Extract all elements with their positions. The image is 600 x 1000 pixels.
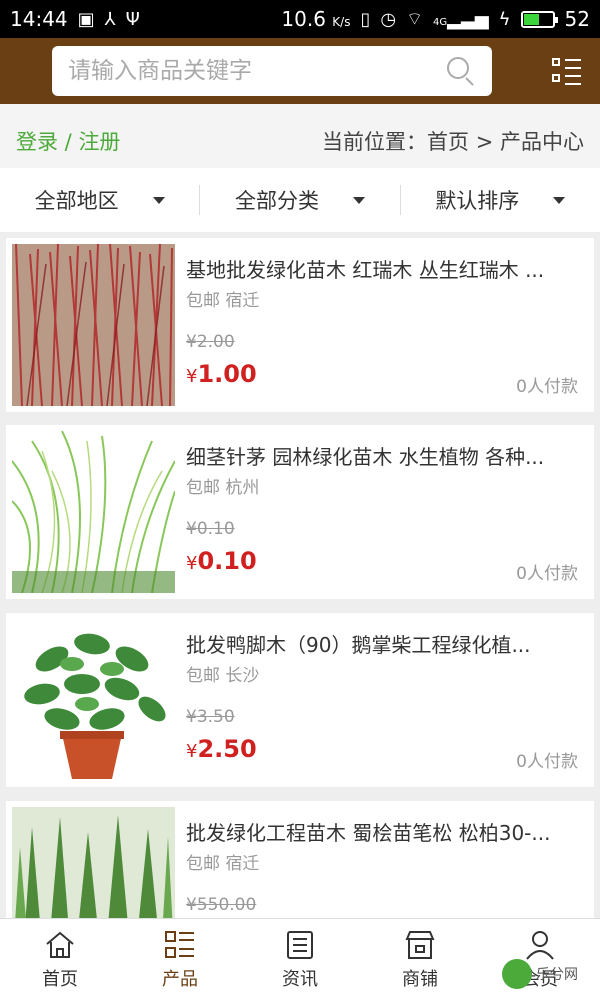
status-bar: 14:44 ▣ ⅄ Ψ 10.6 K/s ▯ ◷ ⌔ 4G▂▃▅ ϟ 52: [0, 0, 600, 38]
product-card[interactable]: 批发绿化工程苗木 蜀桧苗笔松 松柏30-... 包邮 宿迁 ¥550.00: [6, 801, 594, 918]
nav-shops[interactable]: 商铺: [360, 919, 480, 1000]
register-link[interactable]: 注册: [78, 130, 120, 154]
auth-links: 登录 / 注册: [16, 130, 121, 154]
sale-price: ¥1.00: [186, 360, 257, 388]
product-shipping-location: 包邮 宿迁: [186, 854, 260, 874]
product-card[interactable]: 细茎针茅 园林绿化苗木 水生植物 各种... 包邮 杭州 ¥0.10 ¥0.10…: [6, 425, 594, 599]
product-list-icon: [165, 930, 194, 958]
usb-icon: Ψ: [125, 8, 140, 30]
network-speed: 10.6 K/s: [281, 7, 351, 31]
header-bar: [0, 38, 600, 104]
caret-down-icon: [152, 196, 165, 204]
nav-products[interactable]: 产品: [120, 919, 240, 1000]
product-image[interactable]: [12, 619, 175, 781]
product-card[interactable]: 基地批发绿化苗木 红瑞木 丛生红瑞木 ... 包邮 宿迁 ¥2.00 ¥1.00…: [6, 238, 594, 412]
product-image[interactable]: [12, 431, 175, 593]
original-price: ¥2.00: [186, 332, 235, 352]
filter-region[interactable]: 全部地区: [0, 185, 201, 215]
login-link[interactable]: 登录: [16, 130, 58, 154]
location-bar: 登录 / 注册 当前位置：首页 > 产品中心: [0, 114, 600, 168]
product-image[interactable]: [12, 244, 175, 406]
filter-bar: 全部地区 全部分类 默认排序: [0, 168, 600, 232]
sold-count: 0人付款: [516, 752, 578, 772]
sold-count: 0人付款: [516, 564, 578, 584]
category-menu-icon[interactable]: [552, 58, 582, 86]
nav-news[interactable]: 资讯: [240, 919, 360, 1000]
watermark-logo: 乐兮网: [502, 956, 592, 992]
vibrate-icon: ▯: [360, 8, 371, 30]
product-title[interactable]: 批发绿化工程苗木 蜀桧苗笔松 松柏30-...: [186, 817, 586, 846]
breadcrumb[interactable]: 当前位置：首页 > 产品中心: [322, 126, 584, 156]
search-icon[interactable]: [446, 56, 476, 86]
image-icon: ▣: [77, 8, 95, 30]
search-input[interactable]: [68, 58, 446, 84]
product-shipping-location: 包邮 宿迁: [186, 291, 260, 311]
caret-down-icon: [553, 196, 566, 204]
nav-home[interactable]: 首页: [0, 919, 120, 1000]
watermark-icon: [502, 959, 532, 989]
caret-down-icon: [352, 196, 365, 204]
original-price: ¥0.10: [186, 519, 235, 539]
original-price: ¥3.50: [186, 707, 235, 727]
product-image[interactable]: [12, 807, 175, 918]
news-icon: [287, 930, 313, 959]
product-title[interactable]: 细茎针茅 园林绿化苗木 水生植物 各种...: [186, 441, 586, 470]
product-title[interactable]: 批发鸭脚木（90）鹅掌柴工程绿化植...: [186, 629, 586, 658]
alarm-icon: ◷: [380, 8, 397, 30]
sale-price: ¥0.10: [186, 547, 257, 575]
signal-icon: 4G▂▃▅: [433, 8, 489, 30]
original-price: ¥550.00: [186, 895, 257, 915]
home-icon: [46, 931, 74, 958]
product-card[interactable]: 批发鸭脚木（90）鹅掌柴工程绿化植... 包邮 长沙 ¥3.50 ¥2.50 0…: [6, 613, 594, 787]
clock: 14:44: [10, 7, 68, 31]
charging-icon: ϟ: [498, 8, 511, 30]
product-shipping-location: 包邮 长沙: [186, 666, 260, 686]
product-title[interactable]: 基地批发绿化苗木 红瑞木 丛生红瑞木 ...: [186, 254, 586, 283]
filter-category[interactable]: 全部分类: [200, 185, 401, 215]
sale-price: ¥2.50: [186, 735, 257, 763]
filter-sort[interactable]: 默认排序: [401, 185, 600, 215]
battery-icon: [520, 10, 558, 28]
shop-icon: [405, 930, 435, 959]
battery-level: 52: [564, 7, 590, 31]
product-shipping-location: 包邮 杭州: [186, 478, 260, 498]
wifi-icon: ⌔: [406, 8, 424, 30]
sold-count: 0人付款: [516, 377, 578, 397]
search-box[interactable]: [52, 46, 492, 96]
share-icon: ⅄: [104, 8, 116, 30]
